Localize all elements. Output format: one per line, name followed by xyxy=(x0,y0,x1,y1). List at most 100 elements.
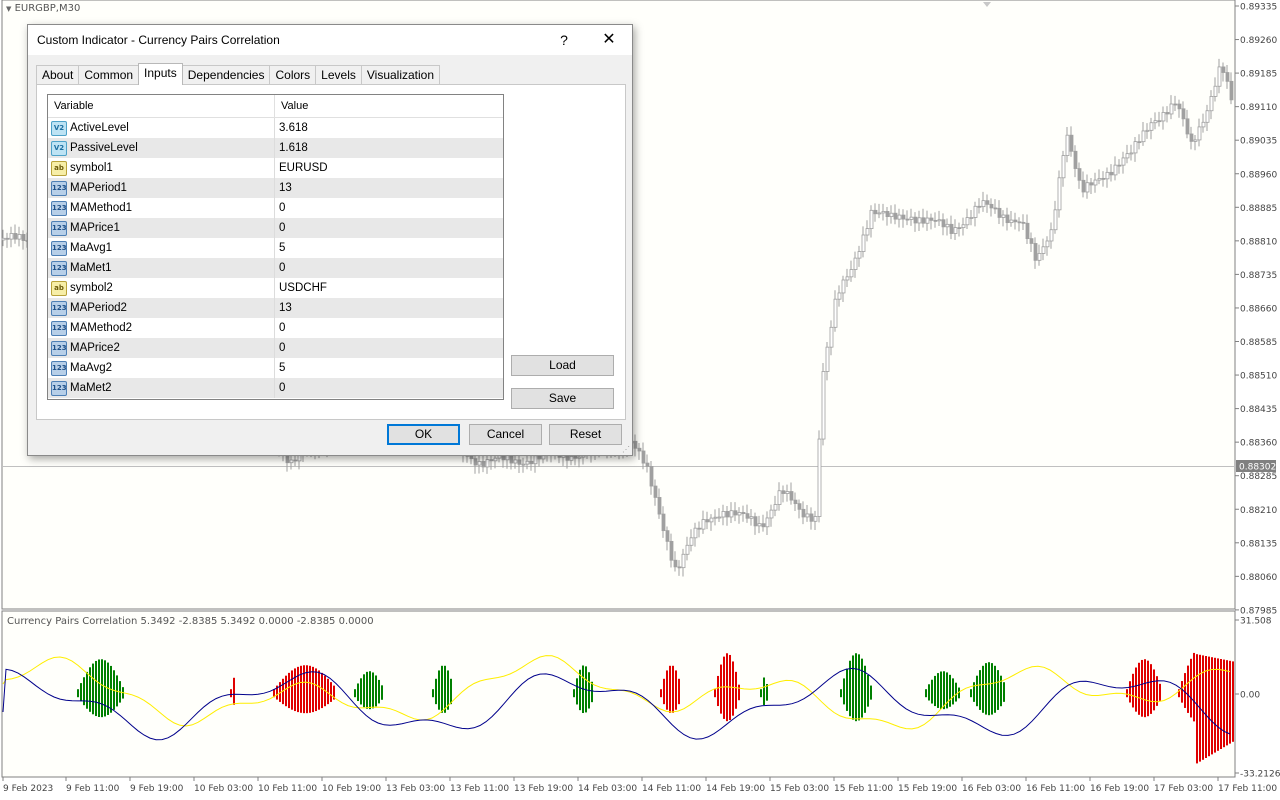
param-value[interactable]: 13 xyxy=(279,298,292,318)
tab-dependencies[interactable]: Dependencies xyxy=(181,65,271,85)
tab-colors[interactable]: Colors xyxy=(269,65,317,85)
reset-button[interactable]: Reset xyxy=(549,424,622,445)
param-value[interactable]: EURUSD xyxy=(279,158,328,178)
param-row[interactable]: 123 MAPeriod2 13 xyxy=(48,298,503,318)
close-icon[interactable]: ✕ xyxy=(596,30,622,50)
param-value[interactable]: 5 xyxy=(279,358,285,378)
price-scale-label: 0.88810 xyxy=(1240,237,1277,247)
column-header-value[interactable]: Value xyxy=(274,95,501,117)
tab-common[interactable]: Common xyxy=(78,65,140,85)
param-type-icon: 123 xyxy=(51,261,67,276)
symbol-label: ▼ EURGBP,M30 xyxy=(6,3,80,14)
param-value[interactable]: 0 xyxy=(279,318,285,338)
param-type-icon: 123 xyxy=(51,361,67,376)
param-row[interactable]: 123 MAMethod2 0 xyxy=(48,318,503,338)
time-axis-label: 9 Feb 11:00 xyxy=(66,784,120,794)
param-type-icon: V2 xyxy=(51,121,67,136)
time-axis-label: 14 Feb 19:00 xyxy=(706,784,765,794)
param-name: MAMethod1 xyxy=(70,202,133,214)
param-type-icon: ab xyxy=(51,281,67,296)
param-row[interactable]: 123 MaAvg1 5 xyxy=(48,238,503,258)
time-axis-label: 10 Feb 03:00 xyxy=(194,784,253,794)
ok-button[interactable]: OK xyxy=(387,424,460,445)
param-row[interactable]: V2 PassiveLevel 1.618 xyxy=(48,138,503,158)
current-price-tag: 0.88302 xyxy=(1236,460,1276,473)
time-axis: 9 Feb 2023 9 Feb 11:00 9 Feb 19:00 10 Feb 0… xyxy=(2,777,1277,794)
inputs-panel: Variable Value V2 ActiveLevel 3.618 V2 Passi… xyxy=(36,84,626,420)
param-value[interactable]: 13 xyxy=(279,178,292,198)
param-name: MAPeriod1 xyxy=(70,182,127,194)
price-scale-label: 0.88885 xyxy=(1240,204,1277,214)
time-axis-label: 13 Feb 11:00 xyxy=(450,784,509,794)
time-axis-label: 17 Feb 03:00 xyxy=(1154,784,1213,794)
param-value[interactable]: 1.618 xyxy=(279,138,308,158)
column-header-variable[interactable]: Variable xyxy=(48,95,274,117)
tab-inputs[interactable]: Inputs xyxy=(138,63,183,85)
tab-levels[interactable]: Levels xyxy=(315,65,362,85)
price-scale-label: 0.87985 xyxy=(1240,606,1277,616)
time-axis-label: 16 Feb 11:00 xyxy=(1026,784,1085,794)
param-row[interactable]: 123 MAPrice1 0 xyxy=(48,218,503,238)
param-row[interactable]: ab symbol1 EURUSD xyxy=(48,158,503,178)
param-value[interactable]: 3.618 xyxy=(279,118,308,138)
param-row[interactable]: 123 MaMet1 0 xyxy=(48,258,503,278)
param-name: MaMet1 xyxy=(70,262,112,274)
price-scale-label: 0.88435 xyxy=(1240,405,1277,415)
param-row[interactable]: 123 MAPeriod1 13 xyxy=(48,178,503,198)
time-axis-label: 10 Feb 19:00 xyxy=(322,784,381,794)
time-axis-label: 17 Feb 11:00 xyxy=(1218,784,1277,794)
price-scale-label: 0.88660 xyxy=(1240,304,1277,314)
time-axis-label: 16 Feb 19:00 xyxy=(1090,784,1149,794)
time-axis-label: 14 Feb 11:00 xyxy=(642,784,701,794)
price-scale-label: 0.89185 xyxy=(1240,70,1277,80)
param-value[interactable]: 0 xyxy=(279,218,285,238)
time-axis-label: 9 Feb 19:00 xyxy=(130,784,184,794)
param-name: MaAvg2 xyxy=(70,362,112,374)
time-axis-label: 15 Feb 11:00 xyxy=(834,784,893,794)
param-row[interactable]: 123 MAMethod1 0 xyxy=(48,198,503,218)
param-row[interactable]: V2 ActiveLevel 3.618 xyxy=(48,118,503,138)
param-type-icon: ab xyxy=(51,161,67,176)
custom-indicator-dialog: Custom Indicator - Currency Pairs Correl… xyxy=(27,24,633,456)
param-value[interactable]: 0 xyxy=(279,258,285,278)
symbol-timeframe: EURGBP,M30 xyxy=(14,3,81,14)
param-row[interactable]: 123 MAPrice2 0 xyxy=(48,338,503,358)
tab-about[interactable]: About xyxy=(36,65,80,85)
time-axis-label: 15 Feb 03:00 xyxy=(770,784,829,794)
help-button[interactable]: ? xyxy=(554,30,574,50)
price-scale-label: 0.88135 xyxy=(1240,539,1277,549)
param-name: symbol2 xyxy=(70,282,113,294)
param-row[interactable]: 123 MaMet2 0 xyxy=(48,378,503,398)
param-row[interactable]: 123 MaAvg2 5 xyxy=(48,358,503,378)
tab-visualization[interactable]: Visualization xyxy=(360,65,441,85)
dropdown-arrow-icon[interactable]: ▼ xyxy=(6,5,11,13)
param-name: symbol1 xyxy=(70,162,113,174)
param-name: MAPrice1 xyxy=(70,222,120,234)
dialog-titlebar[interactable]: Custom Indicator - Currency Pairs Correl… xyxy=(28,25,632,55)
save-button[interactable]: Save xyxy=(511,388,614,409)
param-row[interactable]: ab symbol2 USDCHF xyxy=(48,278,503,298)
price-scale-label: 0.89110 xyxy=(1240,103,1277,113)
param-value[interactable]: 0 xyxy=(279,198,285,218)
resize-grip-icon[interactable]: ⋰ xyxy=(622,445,630,454)
price-scale-label: 0.88960 xyxy=(1240,170,1277,180)
param-value[interactable]: USDCHF xyxy=(279,278,327,298)
price-scale-label: 0.89260 xyxy=(1240,36,1277,46)
current-price-value: 0.88302 xyxy=(1239,463,1276,473)
param-type-icon: 123 xyxy=(51,321,67,336)
param-type-icon: 123 xyxy=(51,341,67,356)
param-name: MAMethod2 xyxy=(70,322,133,334)
time-axis-label: 13 Feb 19:00 xyxy=(514,784,573,794)
param-name: MaMet2 xyxy=(70,382,112,394)
param-value[interactable]: 0 xyxy=(279,378,285,398)
price-scale: 0.89335 0.89260 0.89185 0.89110 0.89035 0.889… xyxy=(1235,3,1277,616)
cancel-button[interactable]: Cancel xyxy=(469,424,542,445)
param-value[interactable]: 0 xyxy=(279,338,285,358)
indicator-scale-label: -33.2126 xyxy=(1240,770,1280,780)
param-type-icon: 123 xyxy=(51,201,67,216)
param-value[interactable]: 5 xyxy=(279,238,285,258)
load-button[interactable]: Load xyxy=(511,355,614,376)
inputs-grid: Variable Value V2 ActiveLevel 3.618 V2 Passi… xyxy=(47,94,504,400)
param-name: MaAvg1 xyxy=(70,242,112,254)
param-name: ActiveLevel xyxy=(70,122,129,134)
